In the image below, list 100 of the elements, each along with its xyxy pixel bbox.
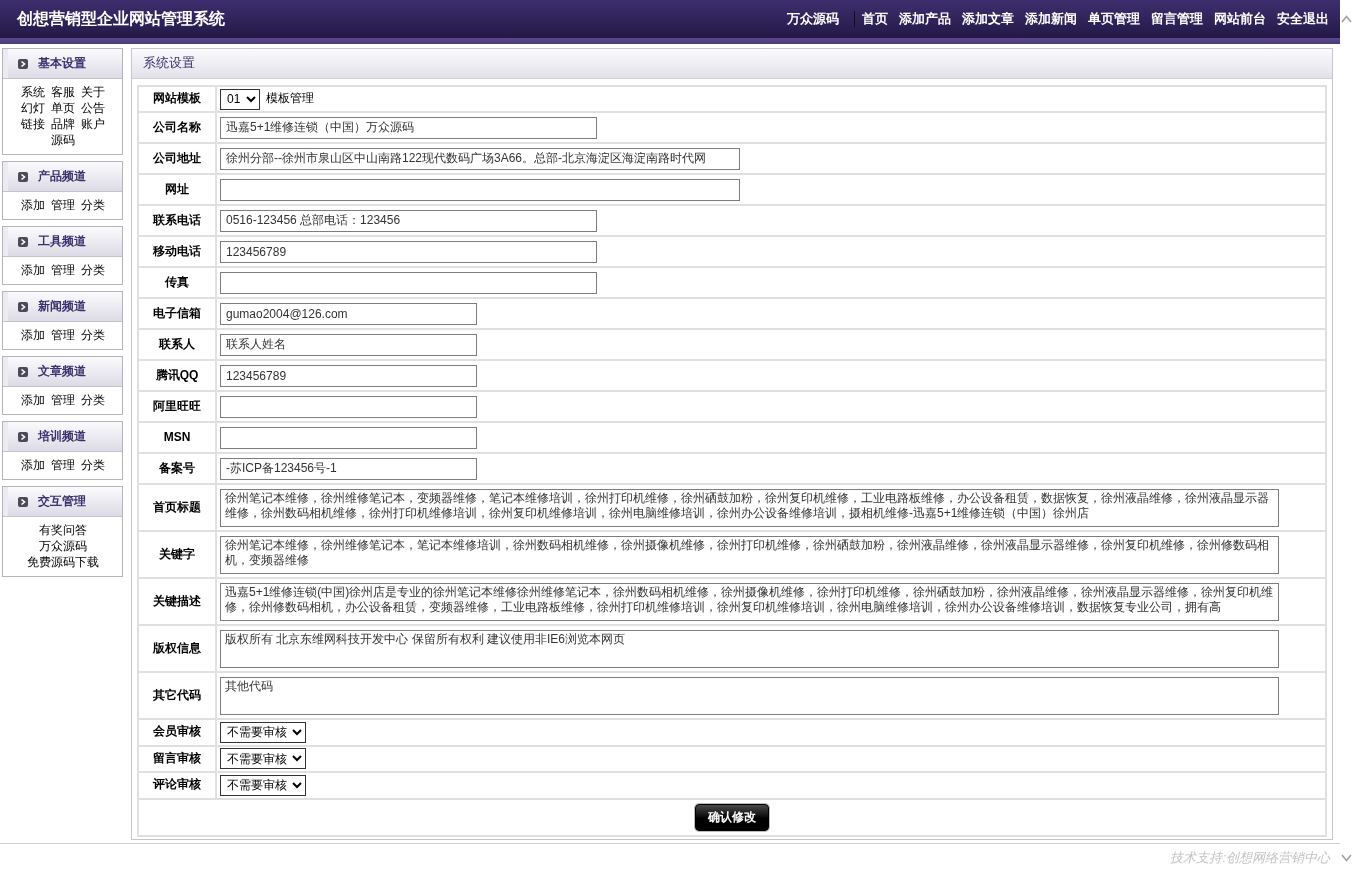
sidebar-link[interactable]: 添加 [20, 457, 45, 473]
text-field[interactable]: 123456789 [220, 240, 597, 263]
text-field[interactable] [220, 395, 477, 418]
field-label: 联系人 [138, 329, 216, 360]
nav-link[interactable]: 添加新闻 [1025, 10, 1077, 28]
field-label: 公司名称 [138, 112, 216, 143]
text-field[interactable]: 0516-123456 总部电话：123456 [220, 209, 597, 232]
text-field[interactable]: 徐州分部--徐州市泉山区中山南路122现代数码广场3A66。总部-北京海淀区海淀南路时代网 [220, 147, 740, 170]
arrow-square-icon [18, 301, 28, 312]
field-label: 传真 [138, 267, 216, 298]
scroll-up-icon[interactable] [1341, 15, 1352, 23]
nav-link[interactable]: 单页管理 [1088, 10, 1140, 28]
field-label: 腾讯QQ [138, 360, 216, 391]
sidebar-link[interactable]: 幻灯 [20, 100, 45, 116]
scroll-down-icon[interactable] [1341, 854, 1352, 862]
text-field[interactable] [220, 178, 740, 201]
field-label: 网站模板 [138, 86, 216, 112]
sidebar-link[interactable]: 分类 [80, 457, 105, 473]
sidebar-link[interactable]: 公告 [80, 100, 105, 116]
section-title: 交互管理 [38, 493, 86, 510]
arrow-square-icon [18, 496, 28, 507]
sidebar-link[interactable]: 分类 [80, 392, 105, 408]
sidebar-link[interactable]: 添加 [20, 262, 45, 278]
sidebar-link[interactable]: 客服 [50, 84, 75, 100]
sidebar-link[interactable]: 管理 [50, 392, 75, 408]
text-field[interactable]: -苏ICP备123456号-1 [220, 457, 477, 480]
sidebar-link[interactable]: 品牌 [50, 116, 75, 132]
arrow-square-icon [18, 431, 28, 442]
nav-link[interactable]: 添加文章 [962, 10, 1014, 28]
sidebar-link[interactable]: 管理 [50, 262, 75, 278]
text-field[interactable]: gumao2004@126.com [220, 302, 477, 325]
nav-link[interactable]: 添加产品 [899, 10, 951, 28]
arrow-square-icon [18, 236, 28, 247]
dropdown[interactable]: 不需要审核 [220, 774, 306, 796]
field-label: 联系电话 [138, 205, 216, 236]
dropdown[interactable]: 01 [220, 88, 260, 110]
nav-link[interactable]: 网站前台 [1214, 10, 1266, 28]
sidebar-link[interactable]: 分类 [80, 327, 105, 343]
nav-link[interactable]: 安全退出 [1277, 10, 1329, 28]
sidebar-link[interactable]: 管理 [50, 457, 75, 473]
sidebar-link[interactable]: 账户 [80, 116, 105, 132]
confirm-button[interactable]: 确认修改 [695, 803, 769, 831]
sidebar-link[interactable]: 关于 [80, 84, 105, 100]
text-area[interactable]: 版权所有 北京东维网科技开发中心 保留所有权利 建议使用非IE6浏览本网页 [220, 629, 1279, 668]
field-label: 关键描述 [138, 578, 216, 625]
sidebar-link[interactable]: 管理 [50, 327, 75, 343]
field-label: MSN [138, 422, 216, 453]
section-title: 文章频道 [38, 363, 86, 380]
sidebar-link[interactable]: 免费源码下载 [26, 554, 99, 570]
field-label: 其它代码 [138, 672, 216, 719]
sidebar-link[interactable]: 链接 [20, 116, 45, 132]
field-label: 电子信箱 [138, 298, 216, 329]
text-field[interactable]: 迅嘉5+1维修连锁（中国）万众源码 [220, 116, 597, 139]
field-label: 移动电话 [138, 236, 216, 267]
template-link[interactable]: 模板管理 [266, 91, 314, 107]
section-title: 基本设置 [38, 55, 86, 72]
text-field[interactable]: 联系人姓名 [220, 333, 477, 356]
arrow-square-icon [18, 366, 28, 377]
text-field[interactable] [220, 426, 477, 449]
sidebar-link[interactable]: 系统 [20, 84, 45, 100]
field-label: 首页标题 [138, 484, 216, 531]
field-label: 关键字 [138, 531, 216, 578]
section-title: 新闻频道 [38, 298, 86, 315]
sidebar-link[interactable]: 万众源码 [38, 538, 87, 554]
nav-link[interactable]: 留言管理 [1151, 10, 1203, 28]
site-title: 创想营销型企业网站管理系统 [16, 8, 225, 29]
field-label: 网址 [138, 174, 216, 205]
text-area[interactable]: 徐州笔记本维修，徐州维修笔记本，变频器维修，笔记本维修培训，徐州打印机维修，徐州硒鼓加粉，徐州复印机维修，工业电路板维修，办公设备租赁，数据恢复，徐州液晶维修，徐州液晶显示器维修，徐州数码相机维修，徐州打印机维修培训，徐州复印机维修培训，徐州电脑维修培训，徐州办公设备维修培训，摄相机维修-迅嘉5+1维修连锁（中国）徐州店 [220, 488, 1279, 527]
panel-title: 系统设置 [143, 55, 195, 72]
text-field[interactable]: 123456789 [220, 364, 477, 387]
sidebar-link[interactable]: 单页 [50, 100, 75, 116]
field-label: 会员审核 [138, 719, 216, 746]
field-label: 留言审核 [138, 745, 216, 772]
field-label: 评论审核 [138, 772, 216, 799]
section-title: 工具频道 [38, 233, 86, 250]
arrow-square-icon [18, 58, 28, 69]
dropdown[interactable]: 不需要审核 [220, 721, 306, 743]
sidebar-link[interactable]: 有奖问答 [38, 522, 87, 538]
sidebar-link[interactable]: 管理 [50, 197, 75, 213]
nav-link[interactable]: 万众源码 [787, 10, 839, 28]
field-label: 公司地址 [138, 143, 216, 174]
text-field[interactable] [220, 271, 597, 294]
nav-link[interactable]: 首页 [862, 10, 888, 28]
section-title: 培训频道 [38, 428, 86, 445]
sidebar-link[interactable]: 添加 [20, 392, 45, 408]
field-label: 阿里旺旺 [138, 391, 216, 422]
sidebar-link[interactable]: 源码 [50, 132, 75, 148]
text-area[interactable]: 迅嘉5+1维修连锁(中国)徐州店是专业的徐州笔记本维修徐州维修笔记本，徐州数码相机维修，徐州摄像机维修，徐州打印机维修，徐州硒鼓加粉，徐州液晶维修，徐州液晶显示器维修，徐州复印机维修，徐州修数码相机，办公设备租赁，变频器维修，工业电路板维修，徐州打印机维修培训，徐州复印机维修培训，徐州电脑维修培训，徐州办公设备维修培训，数据恢复专业公司，拥有高 [220, 582, 1279, 621]
sidebar-link[interactable]: 添加 [20, 327, 45, 343]
sidebar-link[interactable]: 分类 [80, 262, 105, 278]
section-title: 产品频道 [38, 168, 86, 185]
field-label: 版权信息 [138, 625, 216, 672]
text-area[interactable]: 其他代码 [220, 676, 1279, 715]
dropdown[interactable]: 不需要审核 [220, 748, 306, 770]
footer-text: 技术支持:创想网络营销中心 [1170, 850, 1330, 865]
sidebar-link[interactable]: 分类 [80, 197, 105, 213]
sidebar-link[interactable]: 添加 [20, 197, 45, 213]
arrow-square-icon [18, 171, 28, 182]
text-area[interactable]: 徐州笔记本维修，徐州维修笔记本，笔记本维修培训，徐州数码相机维修，徐州摄像机维修，徐州打印机维修，徐州硒鼓加粉，徐州液晶维修，徐州液晶显示器维修，徐州复印机维修，徐州修数码相机，变频器维修 [220, 535, 1279, 574]
field-label: 备案号 [138, 453, 216, 484]
